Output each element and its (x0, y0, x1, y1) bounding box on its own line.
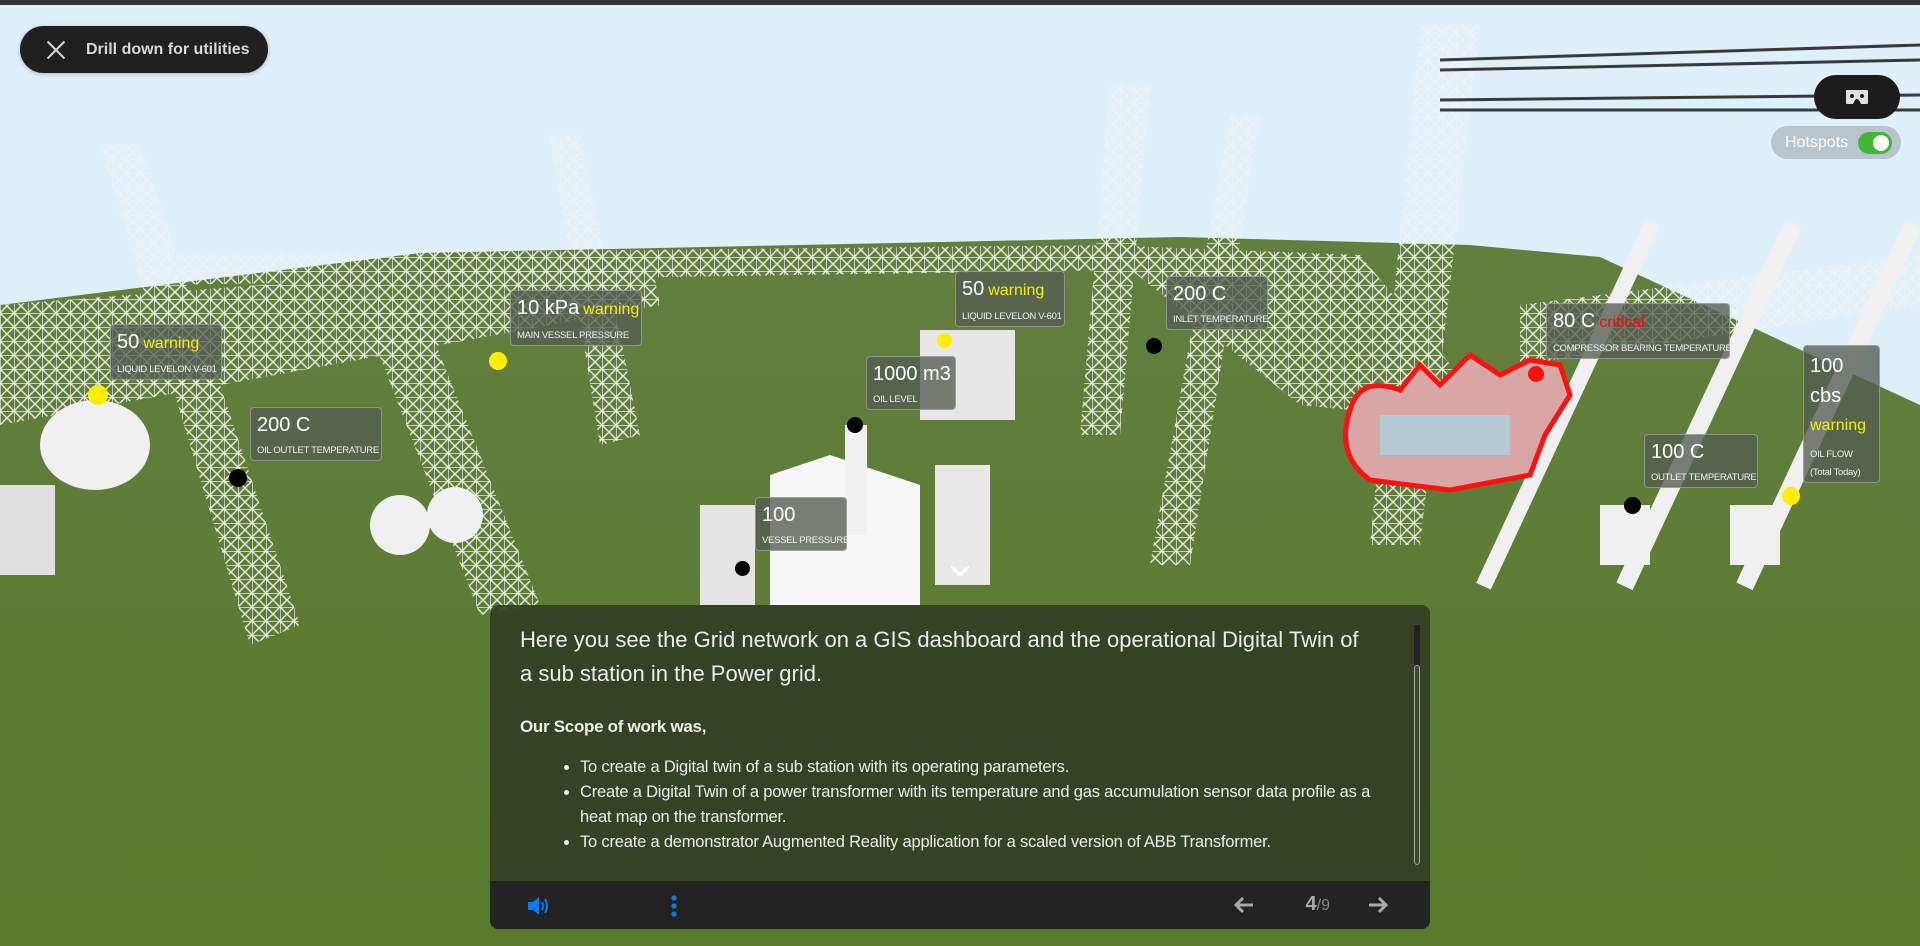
hotspot-subname: (Total Today) (1810, 467, 1861, 478)
scope-item: To create a Digital twin of a sub statio… (580, 755, 1380, 780)
story-panel: Here you see the Grid network on a GIS d… (490, 605, 1430, 929)
scope-heading: Our Scope of work was, (520, 717, 707, 736)
hotspot-value: 200 C (1173, 283, 1227, 305)
hotspot-marker-warning[interactable] (1782, 487, 1800, 505)
hotspot-value: 100 C (1651, 441, 1705, 463)
hotspot-value: 80 C (1553, 310, 1596, 332)
hotspot-tag[interactable]: 100 VESSEL PRESSURE (755, 497, 850, 551)
hotspot-name: LIQUID LEVELON V-601 (962, 311, 1062, 322)
hotspot-name: OUTLET TEMPERATURE (1651, 472, 1757, 483)
story-panel-body: Here you see the Grid network on a GIS d… (490, 605, 1430, 881)
hotspot-status: critical (1599, 314, 1645, 331)
drill-down-label: Drill down for utilities (86, 40, 250, 58)
hotspot-value: 1000 m3 (873, 363, 951, 385)
drill-down-button[interactable]: Drill down for utilities (20, 26, 268, 73)
hotspot-marker-critical[interactable] (1528, 366, 1544, 382)
hotspot-name: VESSEL PRESSURE (762, 535, 850, 546)
hotspot-value: 100 cbs (1810, 355, 1844, 407)
hotspot-tag[interactable]: 10 kPa warning MAIN VESSEL PRESSURE (510, 290, 642, 346)
current-page: 4 (1305, 893, 1317, 915)
page-indicator: 4/9 (1306, 893, 1330, 916)
hotspot-marker-normal[interactable] (1146, 338, 1162, 354)
panel-scrollbar[interactable] (1414, 625, 1420, 865)
hotspot-name: INLET TEMPERATURE (1173, 314, 1269, 325)
hotspot-tag[interactable]: 100 cbs warning OIL FLOW (Total Today) (1803, 345, 1880, 483)
vr-mode-button[interactable] (1814, 75, 1900, 119)
scrollbar-thumb[interactable] (1414, 665, 1420, 865)
hotspot-marker-normal[interactable] (735, 561, 750, 576)
hotspot-name: OIL OUTLET TEMPERATURE (257, 445, 379, 456)
arrow-left-icon[interactable] (1233, 895, 1255, 915)
more-vertical-icon[interactable] (670, 895, 678, 917)
hotspot-tag[interactable]: 100 C OUTLET TEMPERATURE (1644, 434, 1758, 488)
story-lead-text: Here you see the Grid network on a GIS d… (520, 627, 1359, 686)
scope-item: To create a demonstrator Augmented Reali… (580, 830, 1380, 855)
hotspot-tag[interactable]: 50 warning LIQUID LEVELON V-601 (110, 324, 222, 380)
hotspot-status: warning (1810, 417, 1867, 434)
speaker-volume-icon[interactable] (526, 895, 552, 917)
hotspot-value: 100 (762, 504, 796, 526)
hotspot-marker-warning[interactable] (937, 333, 952, 348)
hotspot-marker-normal[interactable] (1624, 497, 1641, 514)
story-panel-footer: 4/9 (490, 881, 1430, 929)
hotspot-marker-warning[interactable] (489, 352, 507, 370)
close-x-icon (44, 38, 68, 62)
hotspot-tag[interactable]: 80 Ccritical COMPRESSOR BEARING TEMPERAT… (1546, 303, 1732, 359)
scope-list: To create a Digital twin of a sub statio… (580, 755, 1380, 855)
browser-top-bar (0, 0, 1920, 5)
hotspot-name: OIL LEVEL (873, 394, 918, 405)
hotspot-status: warning (988, 282, 1045, 299)
hotspot-value: 50 (962, 278, 985, 300)
hotspot-tag[interactable]: 1000 m3 OIL LEVEL (866, 356, 956, 410)
hotspot-value: 200 C (257, 414, 311, 436)
hotspot-tag[interactable]: 50 warning LIQUID LEVELON V-601 (955, 271, 1065, 327)
hotspot-name: COMPRESSOR BEARING TEMPERATURE (1553, 343, 1732, 354)
arrow-right-icon[interactable] (1367, 895, 1389, 915)
hotspots-label: Hotspots (1785, 133, 1849, 151)
hotspot-tag[interactable]: 200 C OIL OUTLET TEMPERATURE (250, 407, 382, 461)
hotspots-toggle-pill: Hotspots (1771, 126, 1901, 159)
chevron-down-icon[interactable] (948, 563, 972, 579)
hotspots-toggle[interactable] (1858, 131, 1893, 154)
hotspot-tag[interactable]: 200 C INLET TEMPERATURE (1166, 276, 1269, 330)
hotspot-value: 10 kPa (517, 297, 580, 319)
hotspot-name: MAIN VESSEL PRESSURE (517, 330, 629, 341)
vr-headset-icon (1846, 90, 1868, 104)
hotspot-name: LIQUID LEVELON V-601 (117, 364, 217, 375)
hotspot-marker-normal[interactable] (229, 469, 247, 487)
hotspot-marker-normal[interactable] (847, 417, 863, 433)
hotspot-status: warning (143, 335, 200, 352)
hotspot-name: OIL FLOW (1810, 449, 1853, 460)
hotspot-marker-warning[interactable] (88, 385, 108, 405)
hotspot-status: warning (583, 301, 640, 318)
hotspot-value: 50 (117, 331, 140, 353)
scope-item: Create a Digital Twin of a power transfo… (580, 780, 1380, 830)
total-pages: 9 (1321, 897, 1330, 914)
